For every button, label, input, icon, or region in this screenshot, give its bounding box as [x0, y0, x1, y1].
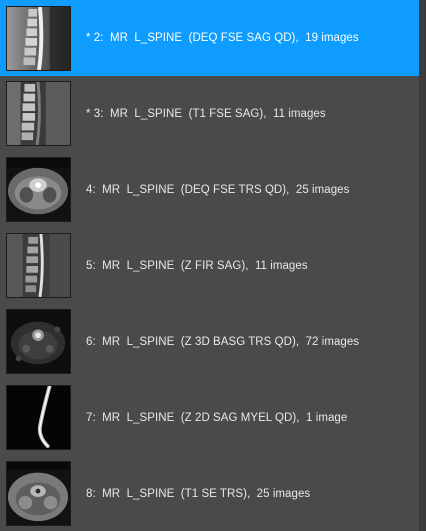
panel-right-edge: [419, 0, 425, 531]
series-item-label: 7: MR L_SPINE (Z 2D SAG MYEL QD), 1 imag…: [86, 412, 348, 424]
series-item-label: 4: MR L_SPINE (DEQ FSE TRS QD), 25 image…: [86, 184, 350, 196]
axial-t1-spine-thumbnail: [6, 461, 71, 526]
series-list-panel: * 2: MR L_SPINE (DEQ FSE SAG QD), 19 ima…: [0, 0, 426, 531]
series-item-label: 8: MR L_SPINE (T1 SE TRS), 25 images: [86, 488, 311, 500]
sagittal-stir-spine-thumbnail: [6, 233, 71, 298]
series-item-8[interactable]: 8: MR L_SPINE (T1 SE TRS), 25 images: [0, 456, 420, 531]
series-item-label: 6: MR L_SPINE (Z 3D BASG TRS QD), 72 ima…: [86, 336, 360, 348]
myelogram-thumbnail: [6, 385, 71, 450]
series-item-5[interactable]: 5: MR L_SPINE (Z FIR SAG), 11 images: [0, 228, 420, 304]
sagittal-lumbar-spine-t2-thumbnail: [6, 6, 71, 71]
series-item-2[interactable]: * 2: MR L_SPINE (DEQ FSE SAG QD), 19 ima…: [0, 0, 420, 76]
series-item-6[interactable]: 6: MR L_SPINE (Z 3D BASG TRS QD), 72 ima…: [0, 304, 420, 380]
axial-3d-spine-thumbnail: [6, 309, 71, 374]
sagittal-lumbar-spine-t1-thumbnail: [6, 81, 71, 146]
series-item-7[interactable]: 7: MR L_SPINE (Z 2D SAG MYEL QD), 1 imag…: [0, 380, 420, 456]
series-item-label: 5: MR L_SPINE (Z FIR SAG), 11 images: [86, 260, 308, 272]
series-item-label: * 2: MR L_SPINE (DEQ FSE SAG QD), 19 ima…: [86, 32, 359, 44]
series-item-3[interactable]: * 3: MR L_SPINE (T1 FSE SAG), 11 images: [0, 76, 420, 152]
axial-lumbar-spine-thumbnail: [6, 157, 71, 222]
series-item-label: * 3: MR L_SPINE (T1 FSE SAG), 11 images: [86, 108, 326, 120]
series-item-4[interactable]: 4: MR L_SPINE (DEQ FSE TRS QD), 25 image…: [0, 152, 420, 228]
